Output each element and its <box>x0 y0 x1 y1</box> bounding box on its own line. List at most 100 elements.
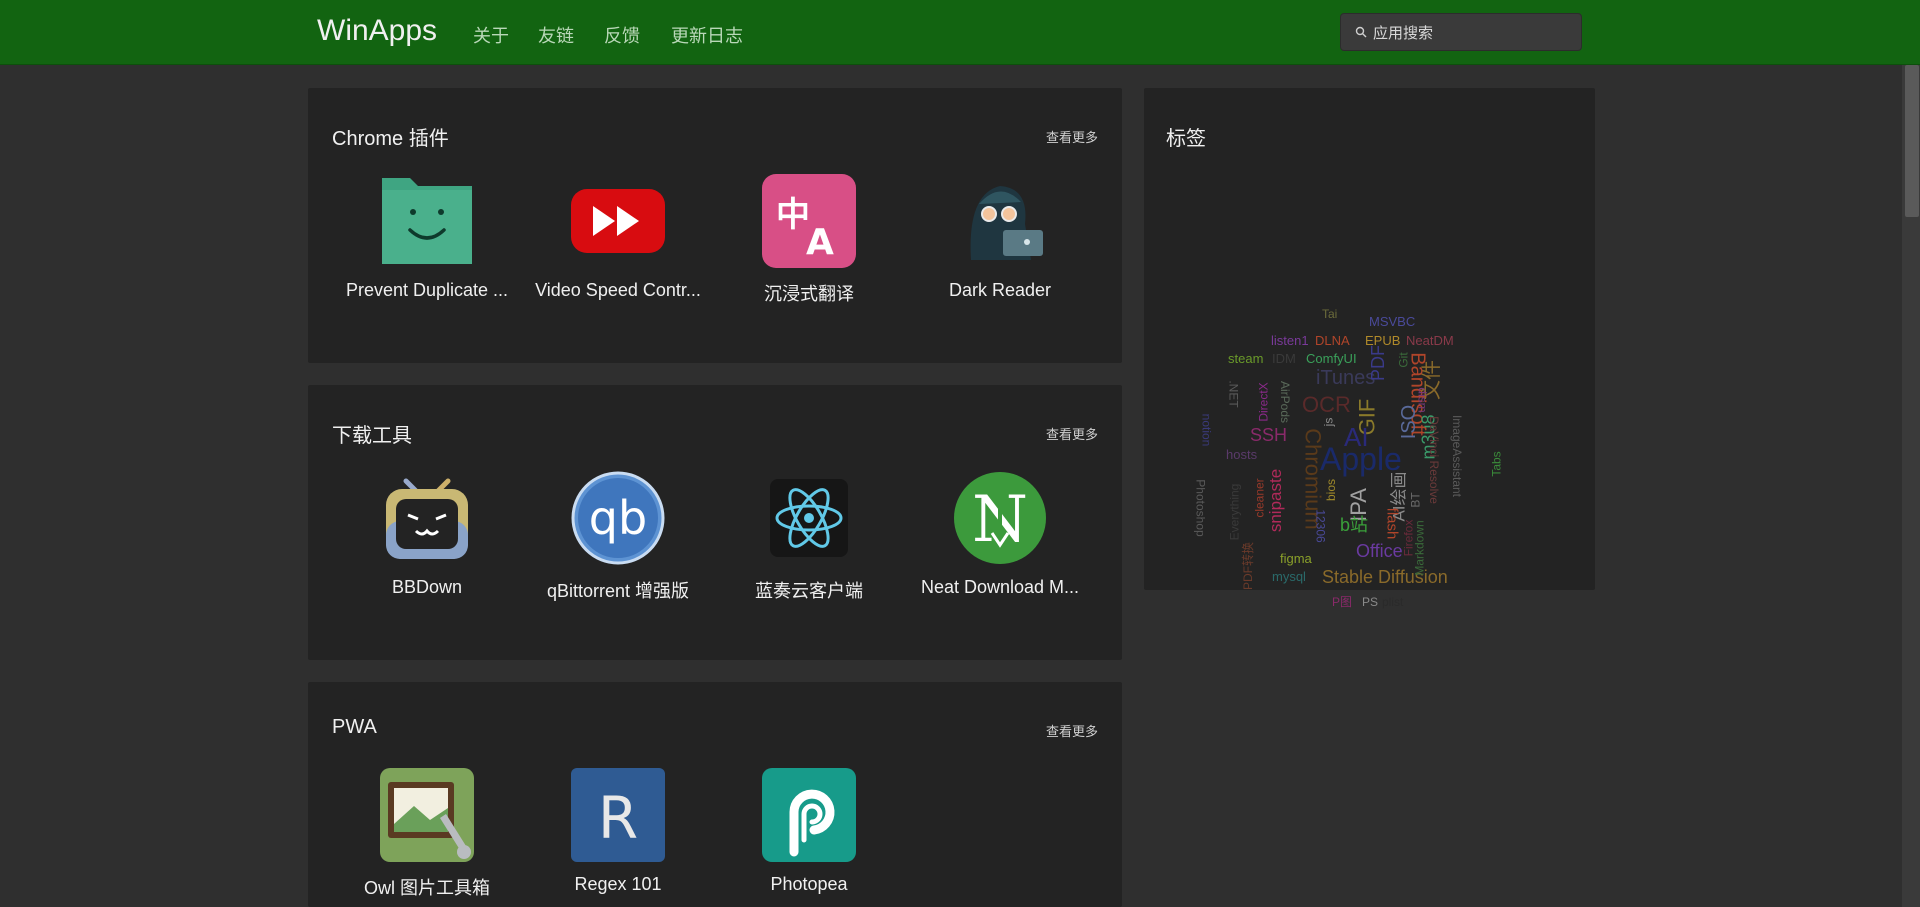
tag-word[interactable]: Git <box>1397 352 1411 367</box>
app-card-dark-reader[interactable]: Dark Reader <box>905 174 1095 304</box>
tag-word[interactable]: mysql <box>1272 570 1306 583</box>
app-name: Neat Download M... <box>920 577 1080 597</box>
tag-word[interactable]: SSH <box>1250 426 1287 444</box>
section-title: Chrome 插件 <box>332 128 449 150</box>
tag-word[interactable]: DLNA <box>1315 334 1350 347</box>
app-name: Owl 图片工具箱 <box>364 878 490 898</box>
app-name: 沉浸式翻译 <box>764 284 854 304</box>
tag-word[interactable]: Tai <box>1322 308 1337 320</box>
tag-word[interactable]: .NET <box>1227 380 1241 407</box>
app-card-prevent-duplicate[interactable]: Prevent Duplicate ... <box>332 174 522 304</box>
svg-text:A: A <box>806 222 834 263</box>
dark-reader-icon <box>970 186 1043 260</box>
search-input[interactable] <box>1373 22 1573 44</box>
view-more-link[interactable]: 查看更多 <box>1046 127 1098 146</box>
page-scrollbar[interactable] <box>1902 65 1920 907</box>
tag-word[interactable]: ImageAssistant <box>1450 415 1464 497</box>
tags-panel: 标签 Tai MSVBC listen1 DLNA EPUB NeatDM st… <box>1144 88 1595 608</box>
app-card-regex101[interactable]: R Regex 101 <box>523 768 713 898</box>
view-more-link[interactable]: 查看更多 <box>1046 424 1098 443</box>
tag-word[interactable]: bios <box>1324 479 1338 501</box>
translate-icon: 中 A <box>762 174 856 268</box>
tag-word[interactable]: Markdown <box>1413 520 1427 575</box>
tag-word[interactable]: notion <box>1199 414 1213 447</box>
tag-word[interactable]: IDM <box>1272 352 1296 365</box>
tag-word[interactable]: listen1 <box>1271 334 1309 347</box>
tag-word[interactable]: steam <box>1228 352 1263 365</box>
tag-word[interactable]: figma <box>1280 552 1312 565</box>
svg-text:中: 中 <box>776 195 810 235</box>
app-card-lanzou-client[interactable]: 蓝奏云客户端 <box>714 471 904 601</box>
nav-link-changelog[interactable]: 更新日志 <box>671 22 743 48</box>
nav-link-feedback[interactable]: 反馈 <box>604 22 640 48</box>
tag-word[interactable]: DirectX <box>1257 382 1271 421</box>
tag-word[interactable]: Tabs <box>1490 451 1504 476</box>
tag-word[interactable]: MSVBC <box>1369 315 1415 328</box>
tag-word[interactable]: flash <box>1383 508 1400 540</box>
photopea-icon <box>762 768 856 862</box>
tag-word[interactable]: OCR <box>1302 394 1351 416</box>
tag-word[interactable]: hosts <box>1226 448 1257 461</box>
bilibili-tv-icon <box>386 478 468 559</box>
section-title: 下载工具 <box>332 425 412 447</box>
tag-word[interactable]: 12306 <box>1314 509 1328 542</box>
search-box[interactable] <box>1340 13 1582 51</box>
app-card-video-speed[interactable]: Video Speed Contr... <box>523 174 713 304</box>
site-brand[interactable]: WinApps <box>317 14 437 48</box>
tag-word[interactable]: Stable Diffusion <box>1322 568 1448 586</box>
tag-word[interactable]: AirPods <box>1278 381 1292 423</box>
tag-word[interactable]: NeatDM <box>1406 334 1454 347</box>
tag-word[interactable]: cleaner <box>1253 478 1267 517</box>
tag-word[interactable]: PDF <box>1368 345 1388 381</box>
app-name: qBittorrent 增强版 <box>546 581 690 601</box>
tag-word[interactable]: b站 <box>1340 516 1368 534</box>
tag-word[interactable]: Everything <box>1227 484 1241 541</box>
scrollbar-thumb[interactable] <box>1905 65 1919 217</box>
image-tool-icon <box>380 768 474 862</box>
tag-word[interactable]: plist <box>1382 596 1403 608</box>
tag-word[interactable]: Firefox <box>1401 520 1415 557</box>
tag-word[interactable]: PDF转换 <box>1241 542 1255 590</box>
nav-link-about[interactable]: 关于 <box>473 22 509 48</box>
app-card-photopea[interactable]: Photopea <box>714 768 904 898</box>
tag-word[interactable]: DaVinci Resolve <box>1427 416 1441 504</box>
tag-word[interactable]: P图 <box>1332 596 1352 608</box>
app-name: Video Speed Contr... <box>535 280 701 300</box>
tag-cloud: Tai MSVBC listen1 DLNA EPUB NeatDM steam… <box>1144 198 1595 608</box>
tag-word[interactable]: js <box>1321 418 1335 427</box>
tag-word[interactable]: Photoshop <box>1194 479 1208 536</box>
app-card-bbdown[interactable]: BBDown <box>332 471 522 601</box>
folder-smile-icon <box>382 178 472 264</box>
react-atom-icon <box>770 479 848 557</box>
search-icon <box>1355 26 1367 38</box>
section-pwa: PWA 查看更多 Owl 图片工具箱 R Regex 101 Photopea <box>308 682 1122 907</box>
top-navbar: WinApps 关于 友链 反馈 更新日志 <box>0 0 1920 65</box>
nav-link-friends[interactable]: 友链 <box>538 22 574 48</box>
app-card-neat-download-manager[interactable]: N Neat Download M... <box>905 471 1095 601</box>
section-download-tools: 下载工具 查看更多 BBDown qb qBittorrent 增强版 蓝奏云客… <box>308 385 1122 660</box>
regex-icon: R <box>571 768 665 862</box>
tag-word[interactable]: AI <box>1344 424 1369 450</box>
app-name: Regex 101 <box>574 874 662 894</box>
app-name: Photopea <box>770 874 848 894</box>
tag-word[interactable]: Office <box>1356 542 1403 560</box>
tag-word[interactable]: dism <box>1416 387 1430 412</box>
tag-word[interactable]: ComfyUI <box>1306 352 1357 365</box>
fast-forward-icon <box>571 189 665 253</box>
app-card-qbittorrent[interactable]: qb qBittorrent 增强版 <box>523 471 713 601</box>
app-card-immersive-translate[interactable]: 中 A 沉浸式翻译 <box>714 174 904 304</box>
section-title: PWA <box>332 716 377 738</box>
tags-title: 标签 <box>1166 128 1206 150</box>
tag-word[interactable]: PS <box>1362 596 1378 608</box>
tag-word[interactable]: iTunes <box>1316 368 1375 388</box>
app-name: Dark Reader <box>948 280 1052 300</box>
tag-word[interactable]: snipaste <box>1266 469 1285 532</box>
app-card-owl-image-toolbox[interactable]: Owl 图片工具箱 <box>332 768 522 898</box>
app-name: Prevent Duplicate ... <box>345 280 509 300</box>
svg-text:R: R <box>598 784 638 852</box>
tag-word[interactable]: BT <box>1409 492 1423 507</box>
view-more-link[interactable]: 查看更多 <box>1046 721 1098 740</box>
section-chrome-extensions: Chrome 插件 查看更多 Prevent Duplicate ... Vid… <box>308 88 1122 363</box>
qbittorrent-icon: qb <box>571 471 665 565</box>
neat-download-icon: N <box>954 472 1046 564</box>
